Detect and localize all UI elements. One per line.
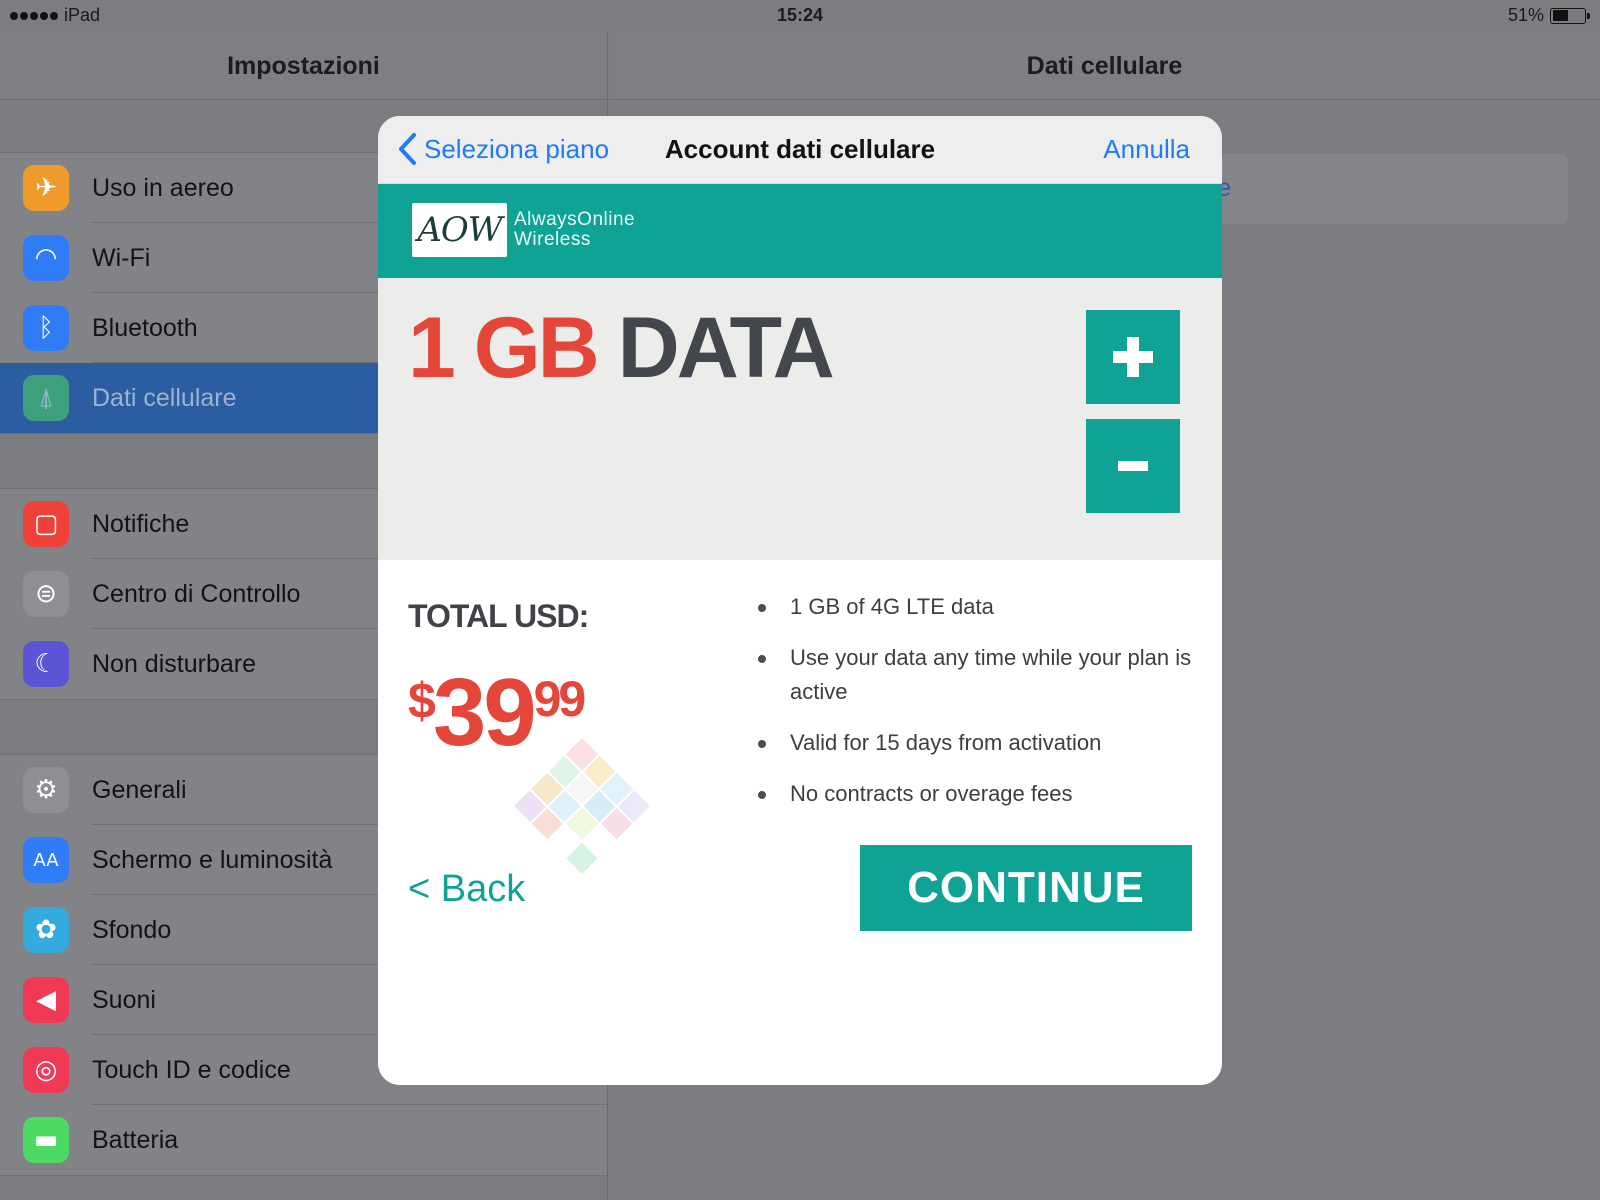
fingerprint-icon: ◎ xyxy=(23,1047,69,1093)
airplane-icon: ✈ xyxy=(23,165,69,211)
plan-word: DATA xyxy=(617,300,835,396)
modal-nav-bar: Seleziona piano Account dati cellulare A… xyxy=(378,116,1222,184)
flower-icon: ✿ xyxy=(23,907,69,953)
text-size-icon: AA xyxy=(23,837,69,883)
plan-title: 1 GB DATA xyxy=(408,298,835,398)
brand-name-line1: AlwaysOnline xyxy=(514,209,636,230)
sidebar-item-label: Touch ID e codice xyxy=(92,1055,291,1084)
price-currency: $ xyxy=(408,673,436,729)
feature-list: 1 GB of 4G LTE data Use your data any ti… xyxy=(756,590,1196,828)
brand-bar: AOW AlwaysOnline Wireless xyxy=(378,184,1222,278)
sidebar-item-label: Batteria xyxy=(92,1125,179,1154)
sidebar-item-label: Uso in aereo xyxy=(92,173,234,202)
total-label: TOTAL USD: xyxy=(408,598,589,634)
feature-item: 1 GB of 4G LTE data xyxy=(756,590,1196,624)
minus-icon xyxy=(1118,461,1148,471)
back-link[interactable]: < Back xyxy=(408,868,525,911)
plan-amount: 1 GB xyxy=(408,300,600,396)
sidebar-item-label: Generali xyxy=(92,775,187,804)
sidebar-item-label: Wi-Fi xyxy=(92,243,151,272)
moon-icon: ☾ xyxy=(23,641,69,687)
sidebar-item-label: Schermo e luminosità xyxy=(92,845,333,874)
wifi-icon: ◠ xyxy=(23,235,69,281)
plan-selector: 1 GB DATA xyxy=(378,278,1222,560)
feature-item: No contracts or overage fees xyxy=(756,777,1196,811)
increase-data-button[interactable] xyxy=(1086,310,1180,404)
battery-group: 51% xyxy=(1507,5,1590,26)
price: $ 39 99 xyxy=(408,658,587,768)
sidebar-item-label: Bluetooth xyxy=(92,313,198,342)
brand-name: AlwaysOnline Wireless xyxy=(514,210,635,250)
brand-logo: AOW xyxy=(412,203,507,257)
sidebar-item-label: Non disturbare xyxy=(92,649,256,678)
battery-percent: 51% xyxy=(1507,5,1544,25)
sidebar-item-label: Suoni xyxy=(92,985,156,1014)
bluetooth-icon: ᛒ xyxy=(23,305,69,351)
modal-title: Account dati cellulare xyxy=(664,134,936,164)
price-whole: 39 xyxy=(432,659,537,766)
feature-item: Valid for 15 days from activation xyxy=(756,726,1196,760)
cellular-account-modal: Seleziona piano Account dati cellulare A… xyxy=(378,116,1222,1085)
antenna-icon: ⍋ xyxy=(23,375,69,421)
gear-icon: ⚙ xyxy=(23,767,69,813)
clock: 15:24 xyxy=(776,5,824,25)
cancel-button[interactable]: Annulla xyxy=(1103,134,1190,165)
status-bar: iPad 15:24 51% xyxy=(0,0,1600,32)
continue-button[interactable]: CONTINUE xyxy=(860,845,1192,931)
sidebar-title: Impostazioni xyxy=(0,32,607,100)
sidebar-item-label: Notifiche xyxy=(92,509,190,538)
feature-item: Use your data any time while your plan i… xyxy=(756,641,1196,709)
plus-icon xyxy=(1113,337,1153,377)
plan-summary: TOTAL USD: $ 39 99 1 GB of 4G LTE data U… xyxy=(378,560,1222,1085)
detail-title: Dati cellulare xyxy=(609,32,1600,100)
speaker-icon: ◀ xyxy=(23,977,69,1023)
decrease-data-button[interactable] xyxy=(1086,419,1180,513)
battery-icon xyxy=(1550,7,1590,24)
sidebar-item-label: Centro di Controllo xyxy=(92,579,301,608)
sidebar-item-batteria[interactable]: ▬ Batteria xyxy=(0,1105,607,1175)
brand-logo-mark: AOW xyxy=(417,210,502,250)
sidebar-item-label: Dati cellulare xyxy=(92,383,237,412)
battery-icon: ▬ xyxy=(23,1117,69,1163)
sidebar-item-label: Sfondo xyxy=(92,915,172,944)
price-cents: 99 xyxy=(533,671,587,727)
notifications-icon: ▢ xyxy=(23,501,69,547)
control-center-icon: ⊜ xyxy=(23,571,69,617)
brand-name-line2: Wireless xyxy=(514,229,591,250)
